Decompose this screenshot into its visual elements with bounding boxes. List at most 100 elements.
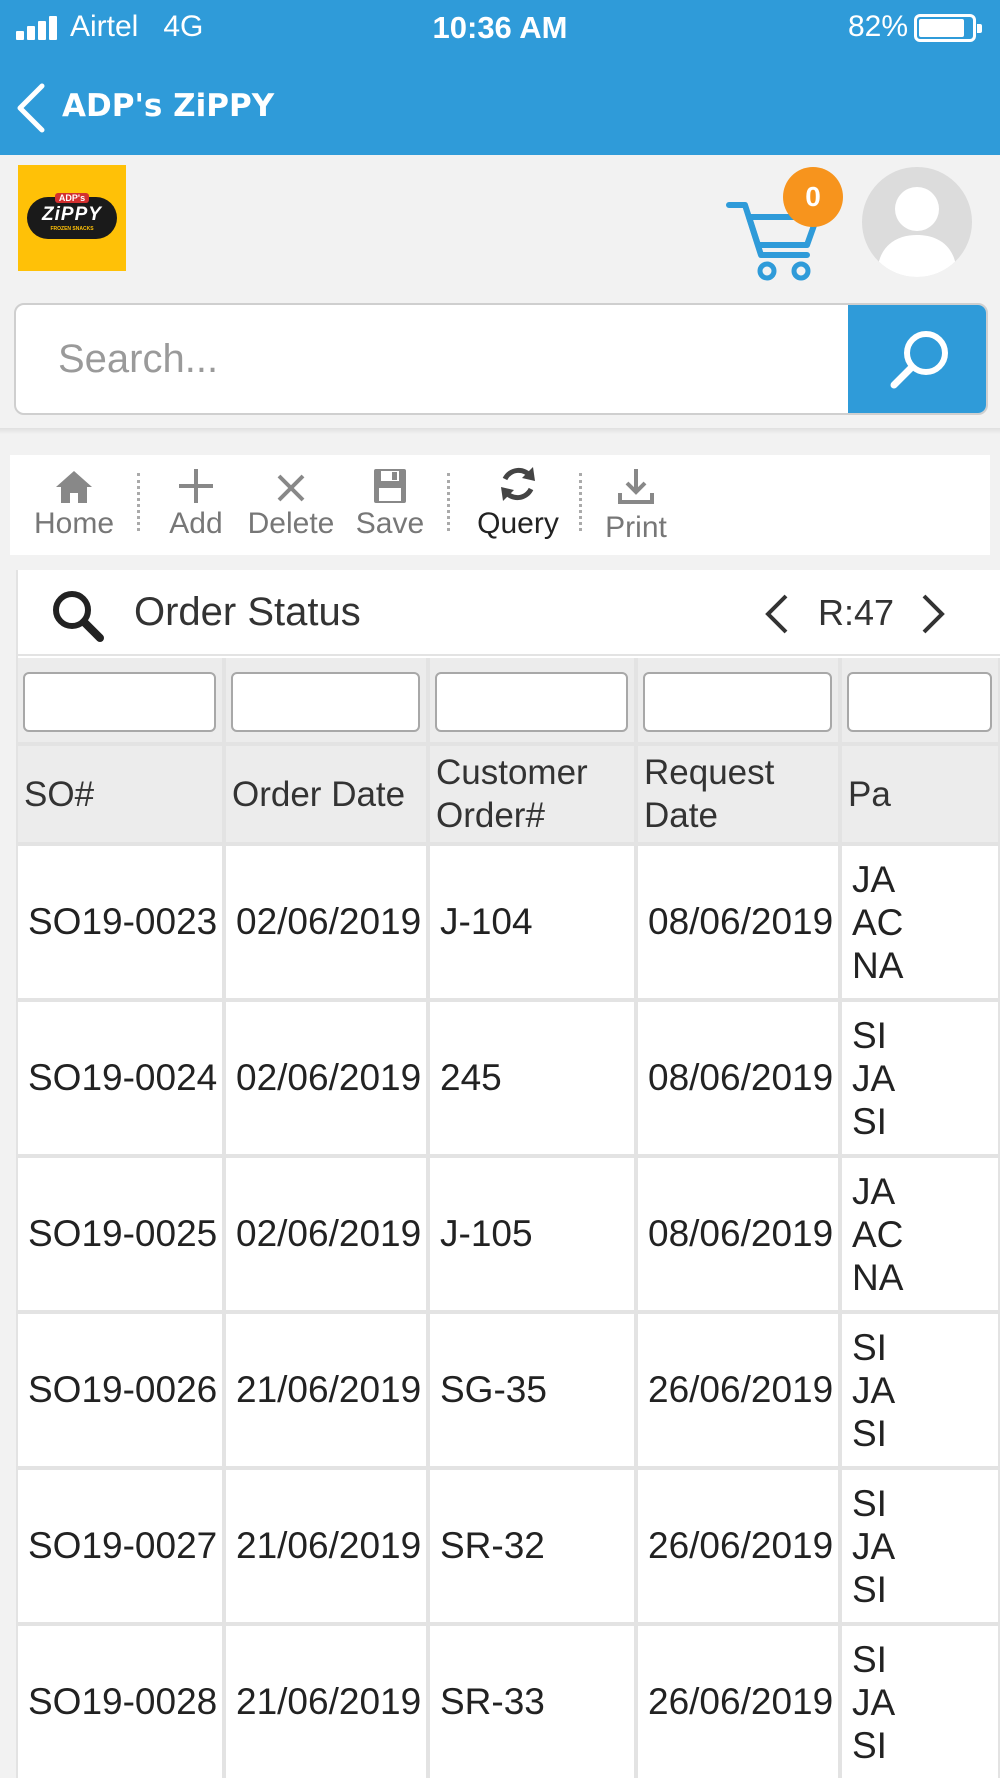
table-row[interactable]: SO19-0023 02/06/2019 J-104 08/06/2019 JA AC … bbox=[18, 846, 1000, 1002]
refresh-icon bbox=[501, 467, 535, 501]
close-icon bbox=[277, 474, 305, 502]
search-input[interactable] bbox=[16, 305, 852, 413]
battery-percent: 82% bbox=[847, 10, 908, 43]
cart-count-badge: 0 bbox=[783, 167, 843, 227]
cell-order-date: 02/06/2019 bbox=[226, 1002, 430, 1158]
cell-order-date: 02/06/2019 bbox=[226, 846, 430, 1002]
home-button[interactable]: Home bbox=[26, 455, 122, 555]
cell-value: 08/06/2019 bbox=[648, 1057, 834, 1098]
cell-value: 02/06/2019 bbox=[236, 1057, 422, 1098]
filter-cell bbox=[842, 658, 1000, 746]
cell-so-number: SO19-0023 bbox=[18, 846, 226, 1002]
cell-value: JA AC NA bbox=[852, 858, 904, 986]
delete-button[interactable]: Delete bbox=[242, 455, 340, 555]
column-header-so-number[interactable]: SO# bbox=[18, 746, 226, 846]
cell-value: SO19-0024 bbox=[28, 1057, 218, 1098]
column-header-label: Request Date bbox=[644, 753, 775, 835]
cell-value: 21/06/2019 bbox=[236, 1369, 422, 1410]
column-header-order-date[interactable]: Order Date bbox=[226, 746, 430, 846]
cell-value: 08/06/2019 bbox=[648, 1213, 834, 1254]
cell-request-date: 26/06/2019 bbox=[638, 1314, 842, 1470]
cell-value: SG-35 bbox=[440, 1369, 547, 1410]
grid-header: Order Status R:47 bbox=[18, 570, 1000, 656]
cell-value: 26/06/2019 bbox=[648, 1525, 834, 1566]
table-row[interactable]: SO19-0024 02/06/2019 245 08/06/2019 SI JA SI bbox=[18, 1002, 1000, 1158]
column-header-party[interactable]: Pa bbox=[842, 746, 1000, 846]
cell-value: 26/06/2019 bbox=[648, 1369, 834, 1410]
print-button[interactable]: Print bbox=[596, 455, 676, 555]
filter-input-party[interactable] bbox=[847, 672, 992, 732]
cell-customer-order: SG-35 bbox=[430, 1314, 638, 1470]
cell-so-number: SO19-0024 bbox=[18, 1002, 226, 1158]
query-button[interactable]: Query bbox=[470, 455, 566, 555]
cell-value: SO19-0027 bbox=[28, 1525, 218, 1566]
save-button[interactable]: Save bbox=[350, 455, 430, 555]
cell-value: SO19-0026 bbox=[28, 1369, 218, 1410]
cell-value: SR-33 bbox=[440, 1681, 545, 1722]
column-header-label: Customer Order# bbox=[436, 753, 588, 835]
query-label: Query bbox=[477, 507, 559, 540]
filter-input-request-date[interactable] bbox=[643, 672, 832, 732]
chevron-left-icon bbox=[765, 594, 788, 634]
header-divider bbox=[0, 428, 1000, 434]
next-record-button[interactable] bbox=[916, 590, 950, 643]
cell-value: SO19-0028 bbox=[28, 1681, 218, 1722]
cell-customer-order: J-104 bbox=[430, 846, 638, 1002]
search-button[interactable] bbox=[848, 305, 986, 413]
status-bar: Airtel 4G 10:36 AM 82% bbox=[0, 0, 1000, 56]
cell-value: SI JA SI bbox=[852, 1326, 894, 1454]
cell-order-date: 21/06/2019 bbox=[226, 1470, 430, 1626]
column-header-label: Pa bbox=[848, 774, 891, 814]
table-row[interactable]: SO19-0028 21/06/2019 SR-33 26/06/2019 SI JA … bbox=[18, 1626, 1000, 1778]
delete-label: Delete bbox=[247, 507, 335, 540]
cell-customer-order: J-105 bbox=[430, 1158, 638, 1314]
cell-value: SO19-0023 bbox=[28, 901, 218, 942]
nav-title: ADP's ZiPPY bbox=[62, 88, 275, 124]
cell-value: SR-32 bbox=[440, 1525, 545, 1566]
add-button[interactable]: Add bbox=[160, 455, 232, 555]
filter-cell bbox=[638, 658, 842, 746]
search-icon bbox=[890, 331, 948, 389]
grid-title: Order Status bbox=[134, 590, 361, 634]
cell-value: 21/06/2019 bbox=[236, 1525, 422, 1566]
cell-request-date: 08/06/2019 bbox=[638, 1002, 842, 1158]
save-label: Save bbox=[355, 507, 425, 540]
cell-value: 08/06/2019 bbox=[648, 901, 834, 942]
filter-row bbox=[18, 658, 1000, 746]
previous-record-button[interactable] bbox=[760, 590, 794, 643]
cell-customer-order: 245 bbox=[430, 1002, 638, 1158]
filter-input-order-date[interactable] bbox=[231, 672, 420, 732]
cell-order-date: 21/06/2019 bbox=[226, 1314, 430, 1470]
column-header-request-date[interactable]: Request Date bbox=[638, 746, 842, 846]
filter-input-so-number[interactable] bbox=[23, 672, 216, 732]
avatar[interactable] bbox=[862, 167, 972, 277]
column-header-label: Order Date bbox=[232, 774, 406, 814]
table-row[interactable]: SO19-0027 21/06/2019 SR-32 26/06/2019 SI JA … bbox=[18, 1470, 1000, 1626]
table-row[interactable]: SO19-0025 02/06/2019 J-105 08/06/2019 JA AC … bbox=[18, 1158, 1000, 1314]
cell-order-date: 02/06/2019 bbox=[226, 1158, 430, 1314]
toolbar-separator bbox=[579, 473, 582, 531]
column-header-customer-order[interactable]: Customer Order# bbox=[430, 746, 638, 846]
table-row[interactable]: SO19-0026 21/06/2019 SG-35 26/06/2019 SI JA … bbox=[18, 1314, 1000, 1470]
cell-request-date: 26/06/2019 bbox=[638, 1470, 842, 1626]
cell-request-date: 08/06/2019 bbox=[638, 1158, 842, 1314]
cell-so-number: SO19-0026 bbox=[18, 1314, 226, 1470]
cell-value: SI JA SI bbox=[852, 1014, 894, 1142]
filter-cell bbox=[18, 658, 226, 746]
home-icon bbox=[56, 471, 92, 503]
cell-request-date: 26/06/2019 bbox=[638, 1626, 842, 1778]
cell-order-date: 21/06/2019 bbox=[226, 1626, 430, 1778]
cell-party: SI JA SI bbox=[842, 1002, 1000, 1158]
cell-value: J-105 bbox=[440, 1213, 533, 1254]
save-icon bbox=[374, 469, 406, 503]
add-label: Add bbox=[169, 507, 223, 540]
back-button[interactable] bbox=[14, 80, 54, 136]
battery-icon bbox=[914, 14, 982, 42]
cell-party: SI JA SI bbox=[842, 1626, 1000, 1778]
cell-request-date: 08/06/2019 bbox=[638, 846, 842, 1002]
toolbar-separator bbox=[137, 473, 140, 531]
chevron-left-icon bbox=[17, 83, 45, 133]
cell-customer-order: SR-33 bbox=[430, 1626, 638, 1778]
search-bar bbox=[14, 303, 988, 415]
filter-input-customer-order[interactable] bbox=[435, 672, 628, 732]
